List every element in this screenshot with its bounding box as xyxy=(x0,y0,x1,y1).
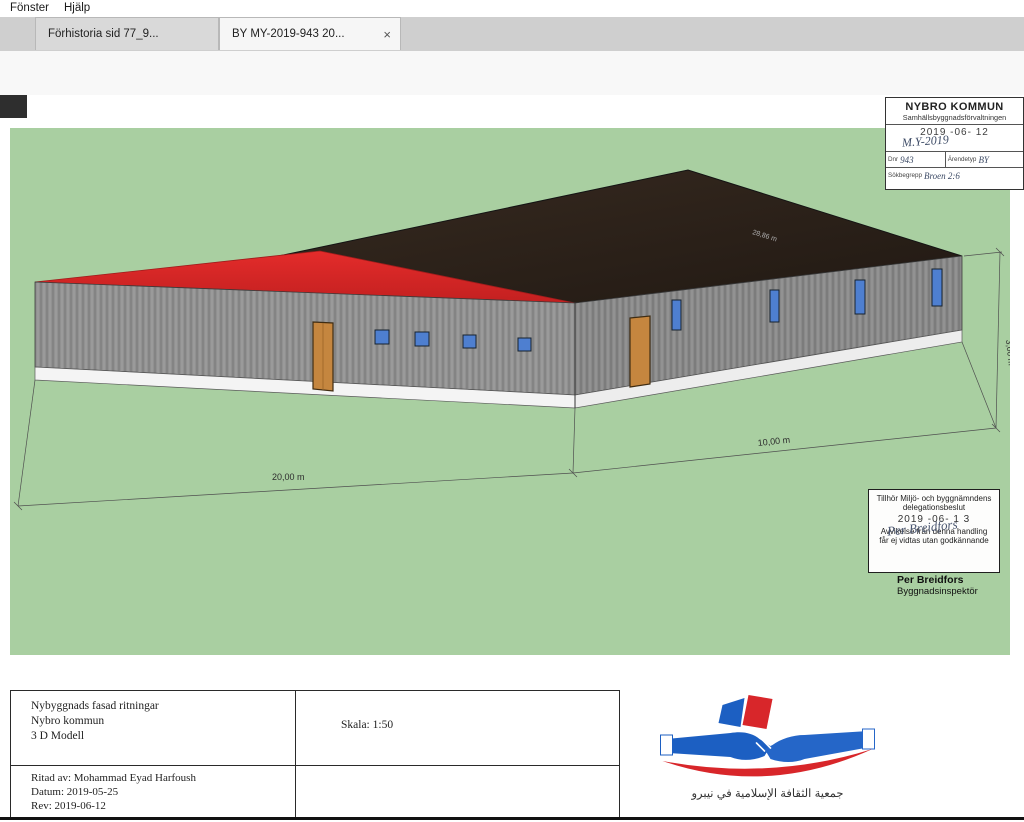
menu-bar: Fönster Hjälp xyxy=(0,0,1024,17)
pdf-viewer-window: Fönster Hjälp Förhistoria sid 77_9... BY… xyxy=(0,0,1024,822)
arendetyp-value: BY xyxy=(978,155,1023,165)
menu-hjalp[interactable]: Hjälp xyxy=(58,0,96,17)
delegation-line2: delegationsbeslut xyxy=(869,503,999,512)
inspector-title: Byggnadsinspektör xyxy=(897,586,978,597)
side-window xyxy=(770,290,779,322)
titleblock-rev: Rev: 2019-06-12 xyxy=(31,799,295,813)
tab-label: Förhistoria sid 77_9... xyxy=(48,28,159,40)
tab-bar: Förhistoria sid 77_9... BY MY-2019-943 2… xyxy=(0,17,1024,51)
page-bottom-edge xyxy=(0,817,1024,820)
handshake-logo-icon xyxy=(650,693,885,785)
document-page[interactable]: 20,00 m 10,00 m 3,00 m 28,86 m NYBRO KOM… xyxy=(0,95,1024,822)
title-block: Nybyggnads fasad ritningar Nybro kommun … xyxy=(10,690,620,817)
tab-label: BY MY-2019-943 20... xyxy=(232,28,345,40)
side-door xyxy=(630,316,650,387)
scan-corner-mark xyxy=(0,95,27,118)
sokbegrepp-label: Sökbegrepp xyxy=(886,172,924,179)
dimension-side-label: 10,00 m xyxy=(757,435,790,448)
building-3d-view: 20,00 m 10,00 m 3,00 m 28,86 m xyxy=(10,128,1010,655)
arendetyp-label: Ärendetyp xyxy=(946,156,979,163)
logo-caption-arabic: جمعية الثقافة الإسلامية في نيبرو xyxy=(650,786,885,800)
dimension-front-label: 20,00 m xyxy=(272,472,305,482)
front-window xyxy=(375,330,389,344)
tab-close-icon[interactable]: × xyxy=(383,18,391,50)
stamp-delegation: Tillhör Miljö- och byggnämndens delegati… xyxy=(868,489,1000,573)
dimension-height-label: 3,00 m xyxy=(1004,339,1010,366)
tab-forhistoria[interactable]: Förhistoria sid 77_9... xyxy=(35,17,219,50)
dnr-label: Dnr xyxy=(886,156,900,163)
stamp-kommun-handwritten: M.Y-2019 xyxy=(902,132,950,150)
sokbegrepp-value: Broen 2:6 xyxy=(924,171,1023,181)
inspector-name: Per Breidfors xyxy=(897,574,978,586)
inspector-block: Per Breidfors Byggnadsinspektör xyxy=(897,574,978,597)
dnr-value: 943 xyxy=(900,155,945,165)
titleblock-line3: 3 D Modell xyxy=(31,729,295,744)
side-window xyxy=(855,280,865,314)
stamp-kommun-subtitle: Samhällsbyggnadsförvaltningen xyxy=(886,113,1023,122)
front-window xyxy=(518,338,531,351)
delegation-line1: Tillhör Miljö- och byggnämndens xyxy=(869,494,999,503)
tab-by-my-2019-943[interactable]: BY MY-2019-943 20... × xyxy=(219,17,401,50)
toolbar: / 18 54,6% ▾ xyxy=(0,51,1024,96)
association-logo: جمعية الثقافة الإسلامية في نيبرو xyxy=(650,693,885,811)
drawing-canvas: 20,00 m 10,00 m 3,00 m 28,86 m xyxy=(10,128,1010,655)
titleblock-scale: Skala: 1:50 xyxy=(341,719,393,731)
titleblock-author: Ritad av: Mohammad Eyad Harfoush xyxy=(31,771,295,785)
menu-fonster[interactable]: Fönster xyxy=(4,0,55,17)
titleblock-line1: Nybyggnads fasad ritningar xyxy=(31,699,295,714)
titleblock-date: Datum: 2019-05-25 xyxy=(31,785,295,799)
front-window xyxy=(463,335,476,348)
titleblock-line2: Nybro kommun xyxy=(31,714,295,729)
side-window xyxy=(672,300,681,330)
stamp-kommun: NYBRO KOMMUN Samhällsbyggnadsförvaltning… xyxy=(885,97,1024,190)
front-window xyxy=(415,332,429,346)
side-window xyxy=(932,269,942,306)
stamp-kommun-title: NYBRO KOMMUN xyxy=(886,101,1023,113)
